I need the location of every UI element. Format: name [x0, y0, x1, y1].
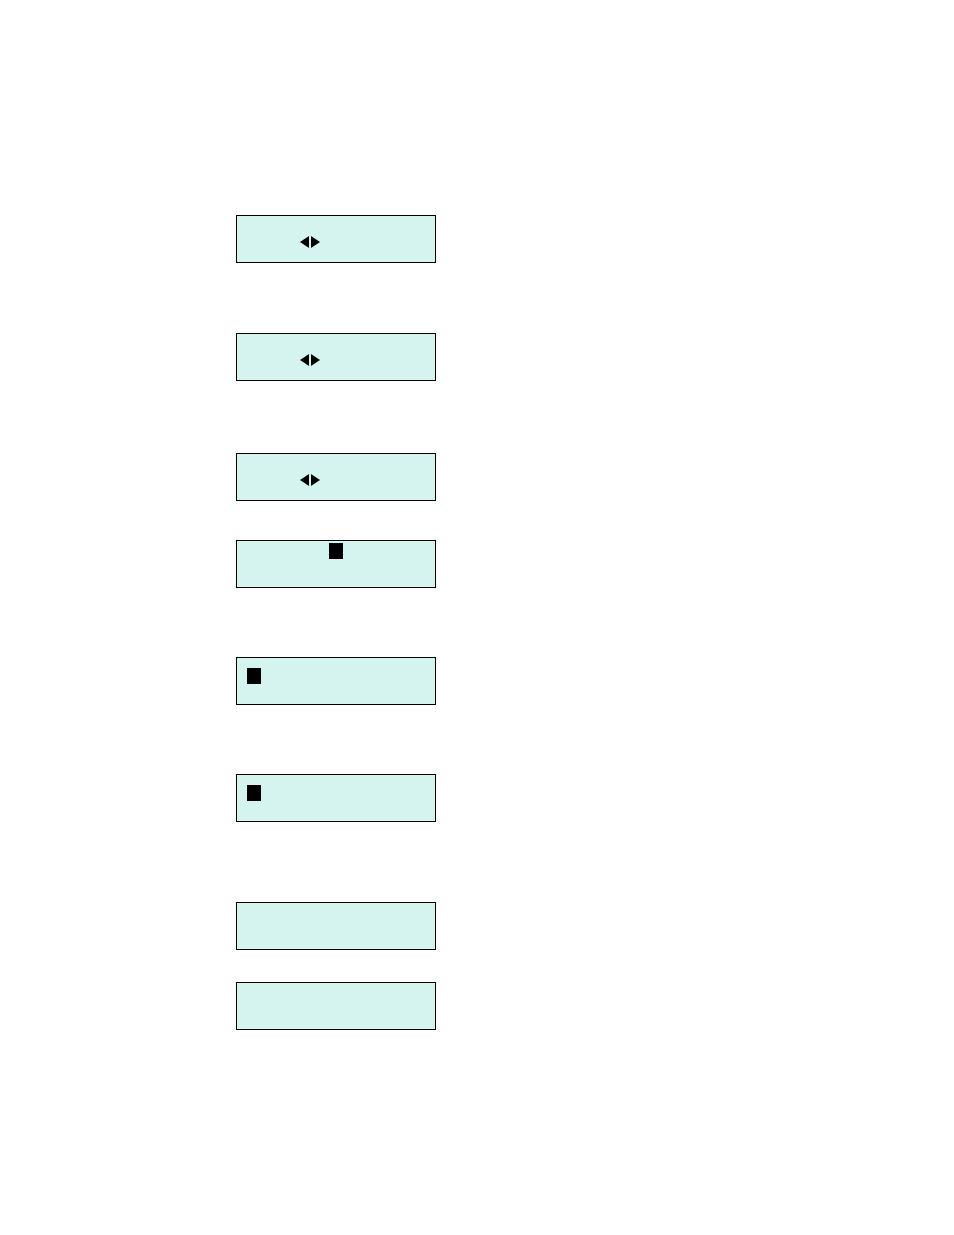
- lcd-display: [236, 657, 436, 705]
- cursor-block-icon: [247, 668, 261, 684]
- lcd-display: [236, 902, 436, 950]
- lcd-display: [236, 453, 436, 501]
- cursor-block-icon: [247, 785, 261, 801]
- triangle-left-icon: [300, 236, 309, 248]
- page: [0, 0, 954, 1235]
- lcd-display: [236, 982, 436, 1030]
- cursor-block-icon: [329, 543, 343, 559]
- triangle-right-icon: [311, 354, 320, 366]
- lcd-display: [236, 333, 436, 381]
- triangle-right-icon: [311, 474, 320, 486]
- lcd-display: [236, 774, 436, 822]
- triangle-left-icon: [300, 474, 309, 486]
- lcd-display: [236, 215, 436, 263]
- triangle-right-icon: [311, 236, 320, 248]
- lcd-display: [236, 540, 436, 588]
- triangle-left-icon: [300, 354, 309, 366]
